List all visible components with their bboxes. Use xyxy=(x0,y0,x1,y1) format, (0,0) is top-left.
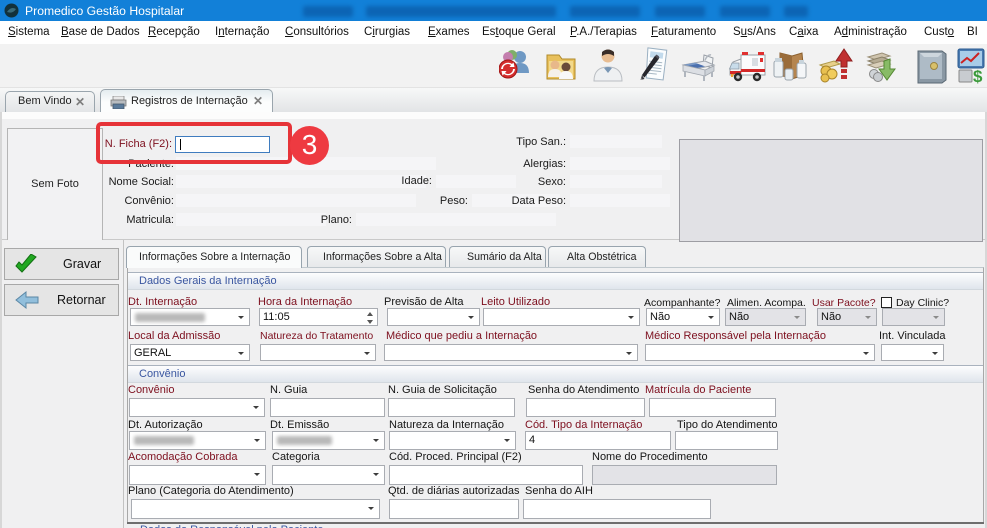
svg-text:$: $ xyxy=(973,67,983,84)
